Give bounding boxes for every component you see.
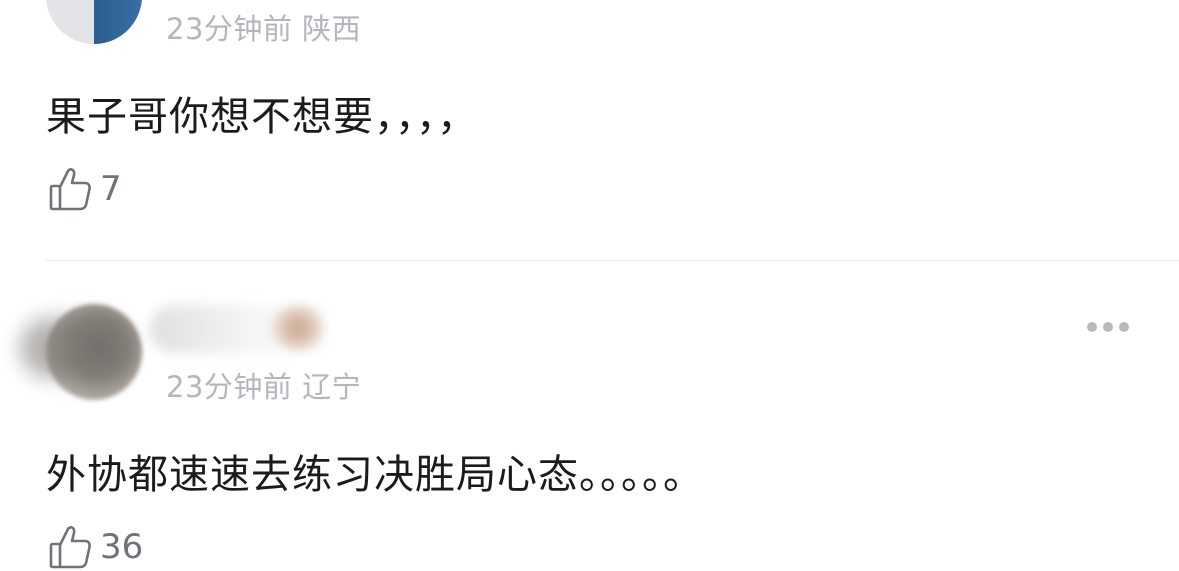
user-avatar[interactable] (46, 0, 142, 44)
blurred-badge (272, 306, 324, 350)
comment-meta: 23分钟前 陕西 (166, 12, 362, 46)
blurred-username (20, 318, 130, 378)
more-dots-icon[interactable] (1087, 322, 1129, 332)
avatar-image (94, 0, 142, 44)
thumbs-up-icon (49, 168, 91, 211)
like-count: 7 (100, 169, 122, 209)
thumbs-up-icon (49, 526, 91, 569)
comment-list: 23分钟前 陕西 果子哥你想不想要，，，， 7 23分钟前 辽宁 外协都速速去练… (0, 0, 1179, 571)
dot (1087, 322, 1097, 332)
comment-text: 果子哥你想不想要，，，， (46, 94, 478, 140)
dot (1103, 322, 1113, 332)
comment-meta: 23分钟前 辽宁 (166, 370, 362, 404)
like-button[interactable]: 7 (48, 166, 122, 212)
comment-text: 外协都速速去练习决胜局心态。。。。。 (46, 452, 704, 498)
like-count: 36 (100, 527, 144, 567)
comment-divider (46, 260, 1179, 261)
like-button[interactable]: 36 (48, 524, 143, 570)
dot (1119, 322, 1129, 332)
